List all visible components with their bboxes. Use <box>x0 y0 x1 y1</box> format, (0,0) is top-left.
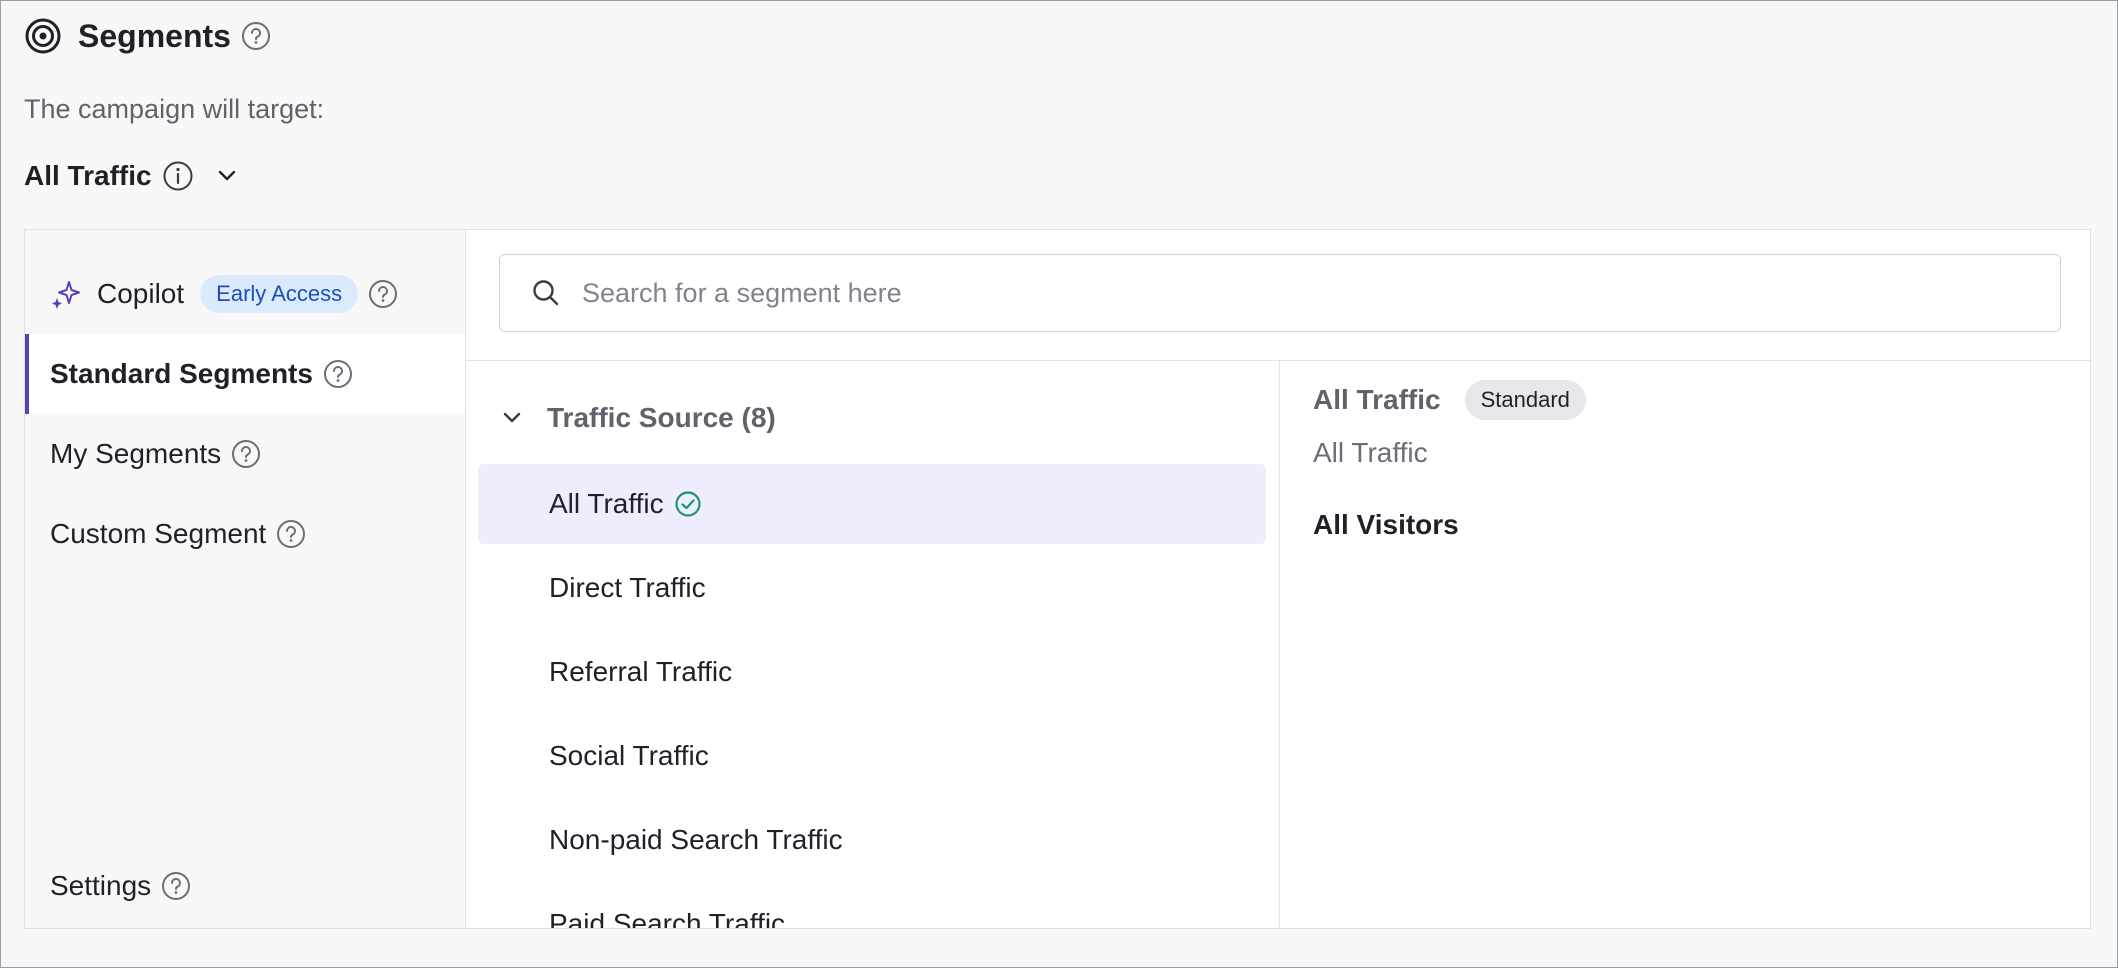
early-access-badge[interactable]: Early Access <box>200 275 359 313</box>
segment-item-referral-traffic[interactable]: Referral Traffic <box>478 632 1266 712</box>
segment-label: Social Traffic <box>549 740 709 771</box>
sidebar-item-custom-segment[interactable]: Custom Segment <box>25 494 465 574</box>
sidebar-item-settings[interactable]: Settings <box>25 846 465 926</box>
target-value: All Traffic <box>24 160 152 191</box>
help-icon[interactable] <box>231 439 261 469</box>
sidebar-item-label: Settings <box>50 870 152 901</box>
segment-item-paid-search-traffic[interactable]: Paid Search Traffic <box>478 884 1266 929</box>
segment-item-non-paid-search-traffic[interactable]: Non-paid Search Traffic <box>478 800 1266 880</box>
segment-item-direct-traffic[interactable]: Direct Traffic <box>478 548 1266 628</box>
sidebar-item-label: My Segments <box>50 438 222 469</box>
search-input[interactable] <box>580 276 1984 310</box>
segment-search[interactable] <box>499 254 2061 332</box>
sidebar-item-label: Standard Segments <box>50 358 313 389</box>
segments-panel: Copilot Early Access Standard Segments M… <box>24 229 2091 929</box>
chevron-down-icon[interactable] <box>214 163 240 189</box>
sidebar-item-copilot[interactable]: Copilot Early Access <box>49 274 398 314</box>
help-icon[interactable] <box>368 279 398 309</box>
segment-item-social-traffic[interactable]: Social Traffic <box>478 716 1266 796</box>
sidebar-item-standard-segments[interactable]: Standard Segments <box>25 334 465 414</box>
detail-description: All Traffic <box>1313 437 1428 468</box>
sidebar: Copilot Early Access Standard Segments M… <box>25 230 466 928</box>
target-selector[interactable]: All Traffic <box>24 156 240 196</box>
group-traffic-source[interactable]: Traffic Source (8) <box>499 398 776 438</box>
segment-label: Referral Traffic <box>549 656 733 687</box>
chevron-down-icon[interactable] <box>499 405 525 431</box>
divider <box>1279 361 1280 928</box>
segment-label: Non-paid Search Traffic <box>549 824 843 855</box>
detail-name: All Traffic <box>1313 384 1441 415</box>
search-icon <box>530 277 562 309</box>
sparkle-icon <box>49 277 83 311</box>
segment-label: All Traffic <box>549 488 664 519</box>
segments-header: Segments <box>24 16 271 56</box>
check-circle-icon <box>674 490 702 518</box>
page-title: Segments <box>78 17 231 54</box>
help-icon[interactable] <box>276 519 306 549</box>
campaign-target-subtitle: The campaign will target: <box>24 94 325 124</box>
sidebar-item-label: Custom Segment <box>50 518 267 549</box>
segment-item-all-traffic[interactable]: All Traffic <box>478 464 1266 544</box>
segment-label: Paid Search Traffic <box>549 908 786 929</box>
group-label: Traffic Source (8) <box>547 402 776 433</box>
standard-badge: Standard <box>1464 380 1586 420</box>
help-icon[interactable] <box>323 359 353 389</box>
sidebar-item-my-segments[interactable]: My Segments <box>25 414 465 494</box>
info-icon[interactable] <box>162 160 194 192</box>
help-icon[interactable] <box>161 871 191 901</box>
copilot-label: Copilot <box>97 278 185 309</box>
target-icon <box>24 17 62 55</box>
help-icon[interactable] <box>241 21 271 51</box>
detail-audience: All Visitors <box>1313 509 1459 540</box>
segment-detail: All Traffic Standard All Traffic All Vis… <box>1313 380 1586 541</box>
segment-label: Direct Traffic <box>549 572 706 603</box>
